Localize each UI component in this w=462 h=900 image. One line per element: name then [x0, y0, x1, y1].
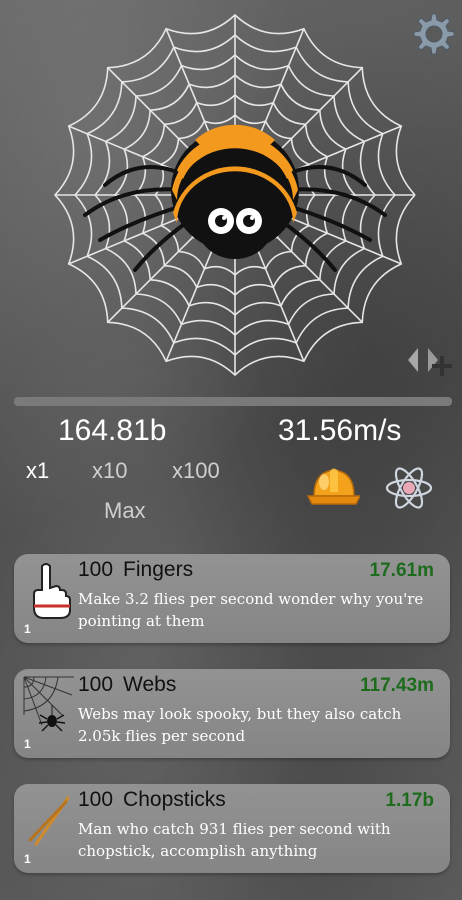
progress-bar: [14, 397, 452, 406]
upgrade-count: 100: [78, 673, 114, 696]
gear-icon[interactable]: [408, 10, 456, 58]
upgrade-title: 100 Chopsticks: [78, 788, 226, 812]
upgrade-level: 1: [24, 622, 31, 636]
hard-hat-icon[interactable]: [306, 462, 360, 512]
upgrade-name: Chopsticks: [123, 788, 226, 811]
upgrade-name: Webs: [123, 673, 177, 696]
atom-icon[interactable]: [384, 464, 434, 512]
upgrade-count: 100: [78, 558, 114, 581]
upgrade-title: 100 Webs: [78, 673, 176, 697]
flies-rate: 31.56m/s: [278, 414, 402, 447]
upgrade-level: 1: [24, 852, 31, 866]
flies-total: 164.81b: [58, 414, 167, 447]
upgrade-cost: 17.61m: [369, 560, 434, 581]
upgrade-title: 100 Fingers: [78, 558, 193, 582]
upgrade-cost: 117.43m: [360, 675, 434, 696]
spider-web[interactable]: [40, 0, 430, 390]
upgrade-card-fingers[interactable]: 1 100 Fingers 17.61m Make 3.2 flies per s…: [14, 554, 450, 643]
spider-web-icon: [23, 676, 74, 732]
upgrade-card-webs[interactable]: 1 100 Webs 117.43m Webs may look spooky, …: [14, 669, 450, 758]
multiplier-x1-button[interactable]: x1: [26, 458, 49, 484]
pointing-finger-icon: [33, 563, 71, 619]
upgrade-card-chopsticks[interactable]: 1 100 Chopsticks 1.17b Man who catch 931 …: [14, 784, 450, 873]
upgrade-description: Webs may look spooky, but they also catc…: [78, 705, 402, 745]
upgrade-level: 1: [24, 737, 31, 751]
swap-add-icon[interactable]: [404, 338, 456, 382]
multiplier-max-button[interactable]: Max: [104, 498, 146, 524]
upgrade-description: Man who catch 931 flies per second with …: [78, 820, 391, 860]
multiplier-x10-button[interactable]: x10: [92, 458, 127, 484]
upgrade-description: Make 3.2 flies per second wonder why you…: [78, 590, 424, 630]
upgrade-count: 100: [78, 788, 114, 811]
multiplier-x100-button[interactable]: x100: [172, 458, 220, 484]
chopsticks-icon: [28, 796, 70, 846]
upgrade-name: Fingers: [123, 558, 194, 581]
upgrade-cost: 1.17b: [385, 790, 434, 811]
